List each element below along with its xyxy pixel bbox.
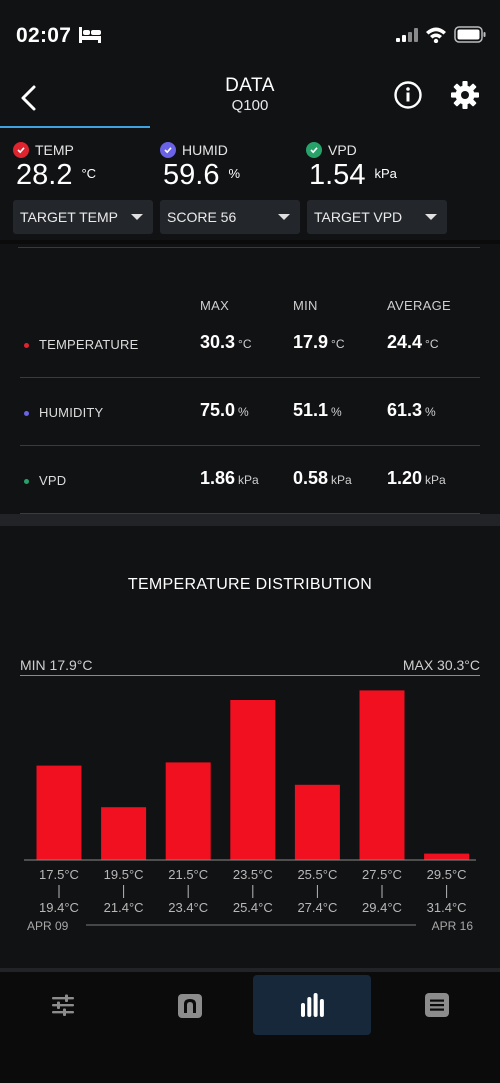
bin-high-label: 21.4°C bbox=[104, 900, 144, 915]
stat-min: 17.9 °C bbox=[293, 332, 345, 352]
dropdown-label: TARGET TEMP bbox=[20, 209, 119, 225]
stat-max: 1.86 kPa bbox=[200, 468, 259, 488]
reading-value: 28.2 bbox=[16, 159, 73, 191]
stat-min: 0.58 kPa bbox=[293, 468, 352, 488]
bin-low-label: 29.5°C bbox=[427, 867, 467, 882]
tab-controls[interactable] bbox=[4, 975, 122, 1035]
bin-low-label: 27.5°C bbox=[362, 867, 402, 882]
current-readings: TEMP 28.2 °C HUMID 59.6% VPD 1.54 kPa TARG… bbox=[0, 128, 500, 240]
device-name: Q100 bbox=[231, 97, 269, 114]
caret-down-icon bbox=[278, 214, 290, 220]
check-icon bbox=[13, 142, 29, 158]
bin-low-label: 25.5°C bbox=[297, 867, 337, 882]
reading-value: 59.6 bbox=[163, 159, 220, 191]
sliders-icon bbox=[52, 994, 74, 1016]
date-start-label: APR 09 bbox=[27, 919, 69, 933]
stats-card: MAX MIN AVERAGE TEMPERATURE 30.3 °C 17.9 °… bbox=[0, 244, 500, 514]
bin-high-label: 29.4°C bbox=[362, 900, 402, 915]
caret-down-icon bbox=[425, 214, 437, 220]
settings-button[interactable] bbox=[450, 80, 480, 110]
status-time: 02:07 bbox=[16, 24, 72, 47]
reading-label: HUMID bbox=[182, 142, 228, 158]
tab-automation[interactable] bbox=[130, 975, 248, 1035]
score-dropdown[interactable]: SCORE 56 bbox=[160, 200, 300, 234]
reading-temp: TEMP 28.2 °C bbox=[13, 142, 96, 192]
stat-max: 75.0% bbox=[200, 400, 249, 420]
reading-vpd: VPD 1.54 kPa bbox=[306, 142, 397, 192]
stat-average: 1.20 kPa bbox=[387, 468, 446, 488]
bin-high-label: 27.4°C bbox=[297, 900, 337, 915]
stats-row-temperature: TEMPERATURE 30.3 °C 17.9 °C 24.4 °C bbox=[20, 310, 480, 378]
stats-row-vpd: VPD 1.86 kPa 0.58 kPa 1.20 kPa bbox=[20, 446, 480, 514]
reading-humid: HUMID 59.6% bbox=[160, 142, 240, 192]
distribution-chart: 17.5°C 19.4°C 19.5°C 21.4°C 21.5°C 23.4°C 23.5… bbox=[24, 690, 476, 933]
reading-unit: °C bbox=[81, 166, 97, 181]
distribution-card: TEMPERATURE DISTRIBUTION MIN 17.9°C MAX … bbox=[0, 526, 500, 968]
chart-bar bbox=[294, 784, 340, 860]
bin-high-label: 23.4°C bbox=[168, 900, 208, 915]
temperature-dot bbox=[24, 343, 29, 348]
tab-bar bbox=[0, 972, 500, 1083]
chart-bar bbox=[101, 807, 147, 860]
status-bar: 02:07 bbox=[0, 0, 500, 70]
bin-low-label: 23.5°C bbox=[233, 867, 273, 882]
page-title: DATA bbox=[225, 75, 275, 96]
signal-icon bbox=[396, 28, 418, 42]
stats-row-label: TEMPERATURE bbox=[39, 337, 139, 352]
reading-value: 1.54 bbox=[309, 159, 366, 191]
section-divider bbox=[0, 514, 500, 526]
target-vpd-dropdown[interactable]: TARGET VPD bbox=[307, 200, 447, 234]
target-temp-dropdown[interactable]: TARGET TEMP bbox=[13, 200, 153, 234]
caret-down-icon bbox=[131, 214, 143, 220]
gear-icon bbox=[451, 81, 479, 109]
dropdown-label: TARGET VPD bbox=[314, 209, 403, 225]
stats-row-label: HUMIDITY bbox=[39, 405, 104, 420]
check-icon bbox=[306, 142, 322, 158]
bin-low-label: 19.5°C bbox=[104, 867, 144, 882]
header: DATA Q100 bbox=[0, 70, 500, 128]
bar-chart-icon bbox=[301, 993, 324, 1017]
chart-bar bbox=[36, 765, 82, 860]
card-edge bbox=[18, 244, 480, 248]
chart-bar bbox=[230, 700, 276, 860]
stats-row-humidity: HUMIDITY 75.0% 51.1% 61.3% bbox=[20, 378, 480, 446]
automation-icon bbox=[178, 994, 202, 1018]
bin-high-label: 31.4°C bbox=[427, 900, 467, 915]
reading-unit: % bbox=[228, 166, 241, 181]
info-icon bbox=[394, 81, 422, 109]
bin-high-label: 19.4°C bbox=[39, 900, 79, 915]
chart-bar bbox=[165, 762, 211, 860]
reading-label: TEMP bbox=[35, 142, 74, 158]
dropdown-label: SCORE 56 bbox=[167, 209, 237, 225]
bin-high-label: 25.4°C bbox=[233, 900, 273, 915]
vpd-dot bbox=[24, 479, 29, 484]
list-icon bbox=[425, 993, 449, 1017]
tab-data[interactable] bbox=[253, 975, 371, 1035]
stat-max: 30.3 °C bbox=[200, 332, 252, 352]
chart-bar bbox=[359, 690, 405, 860]
wifi-icon bbox=[426, 27, 446, 43]
bin-low-label: 17.5°C bbox=[39, 867, 79, 882]
date-end-label: APR 16 bbox=[432, 919, 474, 933]
reading-unit: kPa bbox=[374, 166, 397, 181]
stats-row-label: VPD bbox=[39, 473, 67, 488]
chart-bar bbox=[424, 853, 470, 860]
battery-icon bbox=[454, 26, 486, 43]
bin-low-label: 21.5°C bbox=[168, 867, 208, 882]
reading-label: VPD bbox=[328, 142, 357, 158]
bed-icon bbox=[79, 27, 101, 43]
humidity-dot bbox=[24, 411, 29, 416]
check-icon bbox=[160, 142, 176, 158]
info-button[interactable] bbox=[393, 80, 423, 110]
stat-min: 51.1% bbox=[293, 400, 342, 420]
stat-average: 61.3% bbox=[387, 400, 436, 420]
tab-log[interactable] bbox=[378, 975, 496, 1035]
stat-average: 24.4 °C bbox=[387, 332, 439, 352]
